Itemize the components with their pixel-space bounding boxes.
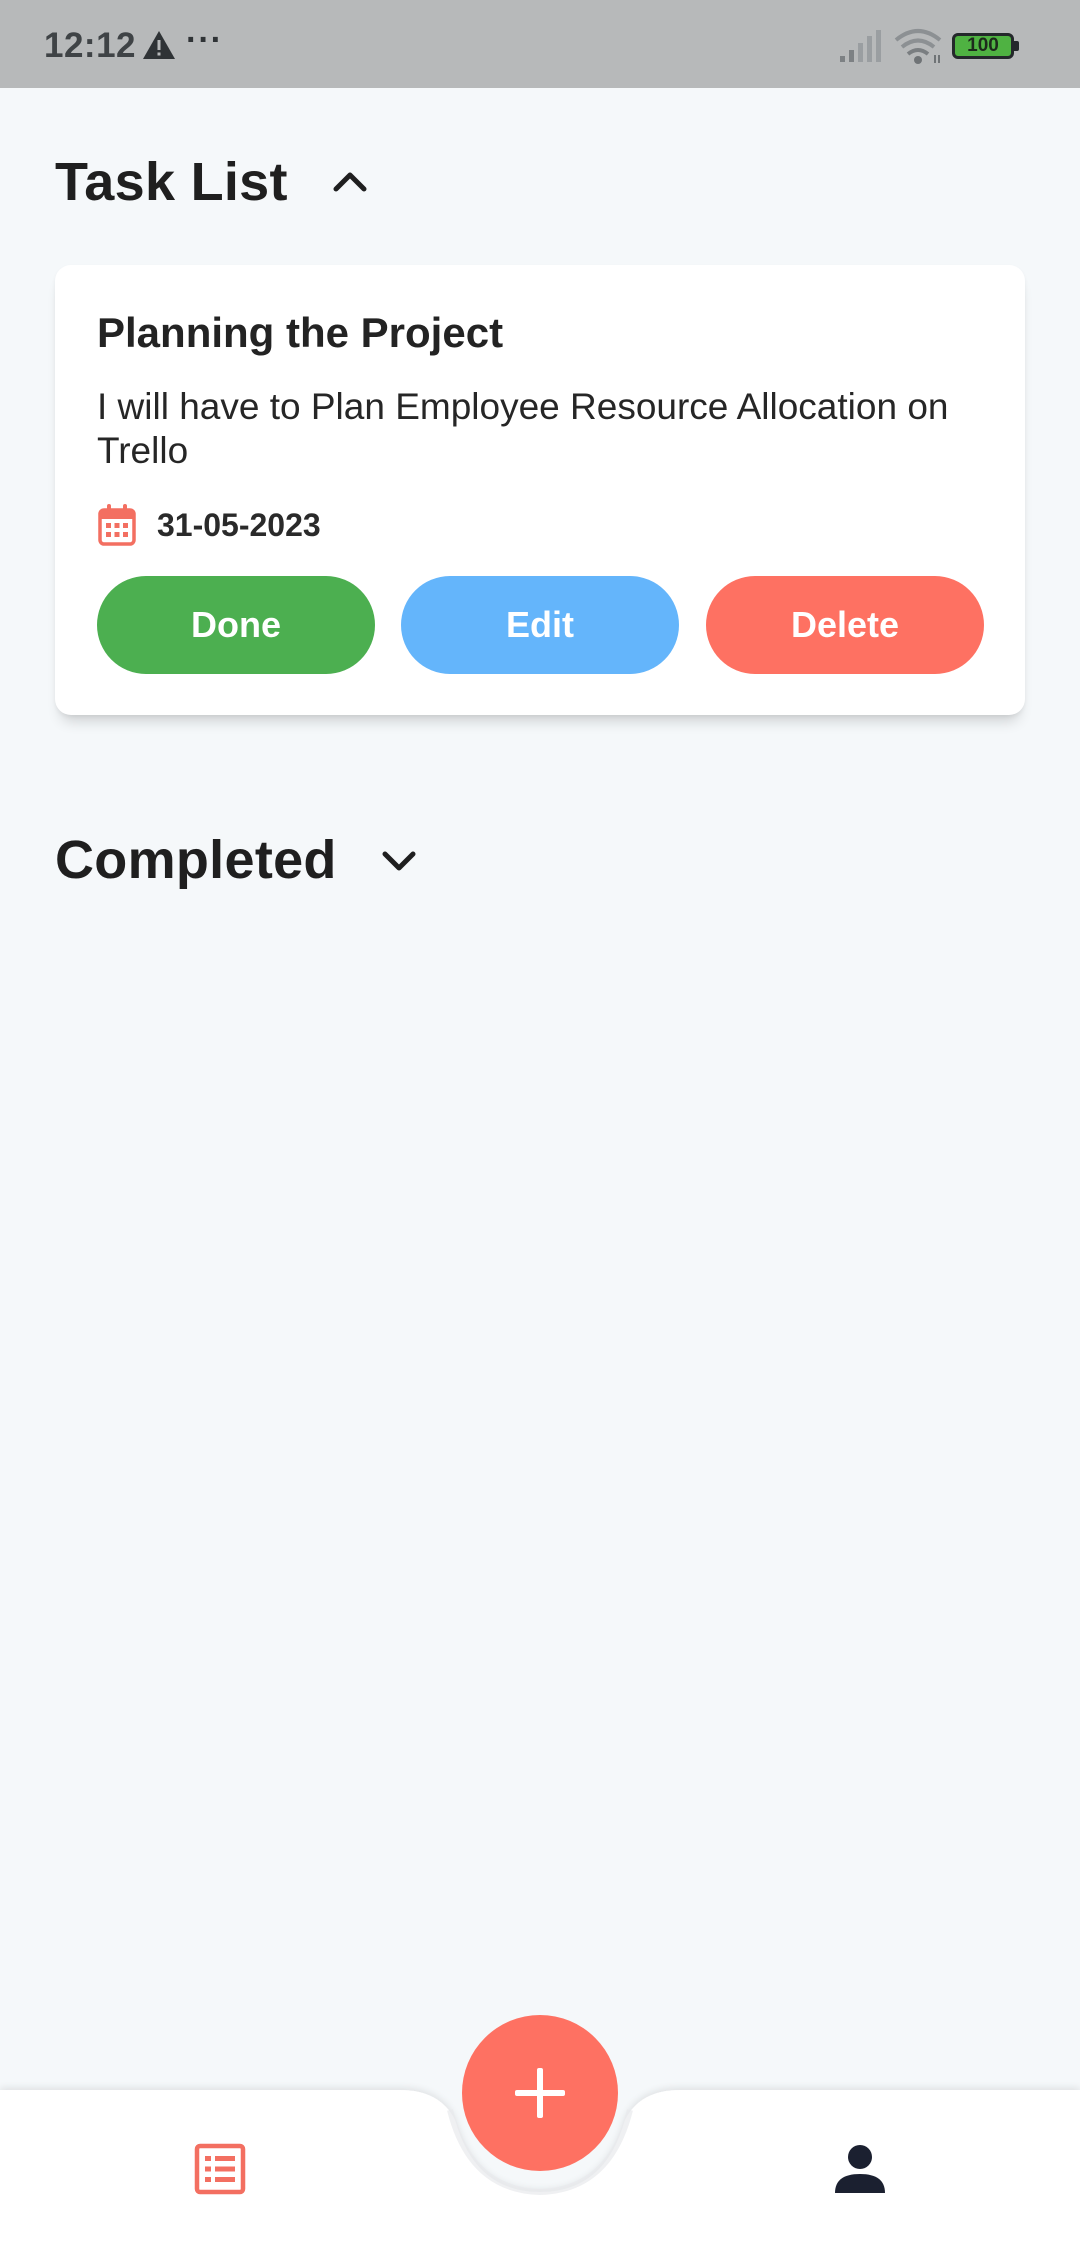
person-icon[interactable] [833, 2144, 887, 2194]
calendar-icon [98, 504, 136, 546]
completed-header[interactable]: Completed [55, 822, 419, 898]
signal-icon [840, 30, 881, 62]
task-date-row: 31-05-2023 [97, 503, 321, 547]
chevron-down-icon[interactable] [379, 840, 419, 880]
plus-icon [515, 2068, 565, 2118]
completed-title: Completed [55, 830, 337, 890]
task-card: Planning the Project I will have to Plan… [55, 265, 1025, 715]
task-list-icon[interactable] [194, 2143, 246, 2195]
status-bar: 12:12 ··· 100 [0, 0, 1080, 88]
battery-level: 100 [967, 35, 999, 56]
more-notifications-icon: ··· [186, 21, 223, 59]
task-title: Planning the Project [97, 309, 504, 356]
battery-icon: 100 [952, 33, 1022, 61]
task-list-header[interactable]: Task List [55, 144, 370, 220]
task-date: 31-05-2023 [157, 506, 321, 543]
task-description: I will have to Plan Employee Resource Al… [97, 386, 949, 471]
wifi-icon [894, 29, 942, 64]
add-task-button[interactable] [462, 2015, 618, 2171]
status-time: 12:12 [44, 26, 137, 65]
edit-button[interactable]: Edit [401, 576, 679, 674]
warning-icon [143, 31, 175, 59]
chevron-up-icon[interactable] [330, 162, 370, 202]
done-button[interactable]: Done [97, 576, 375, 674]
task-list-title: Task List [55, 152, 288, 212]
delete-button[interactable]: Delete [706, 576, 984, 674]
